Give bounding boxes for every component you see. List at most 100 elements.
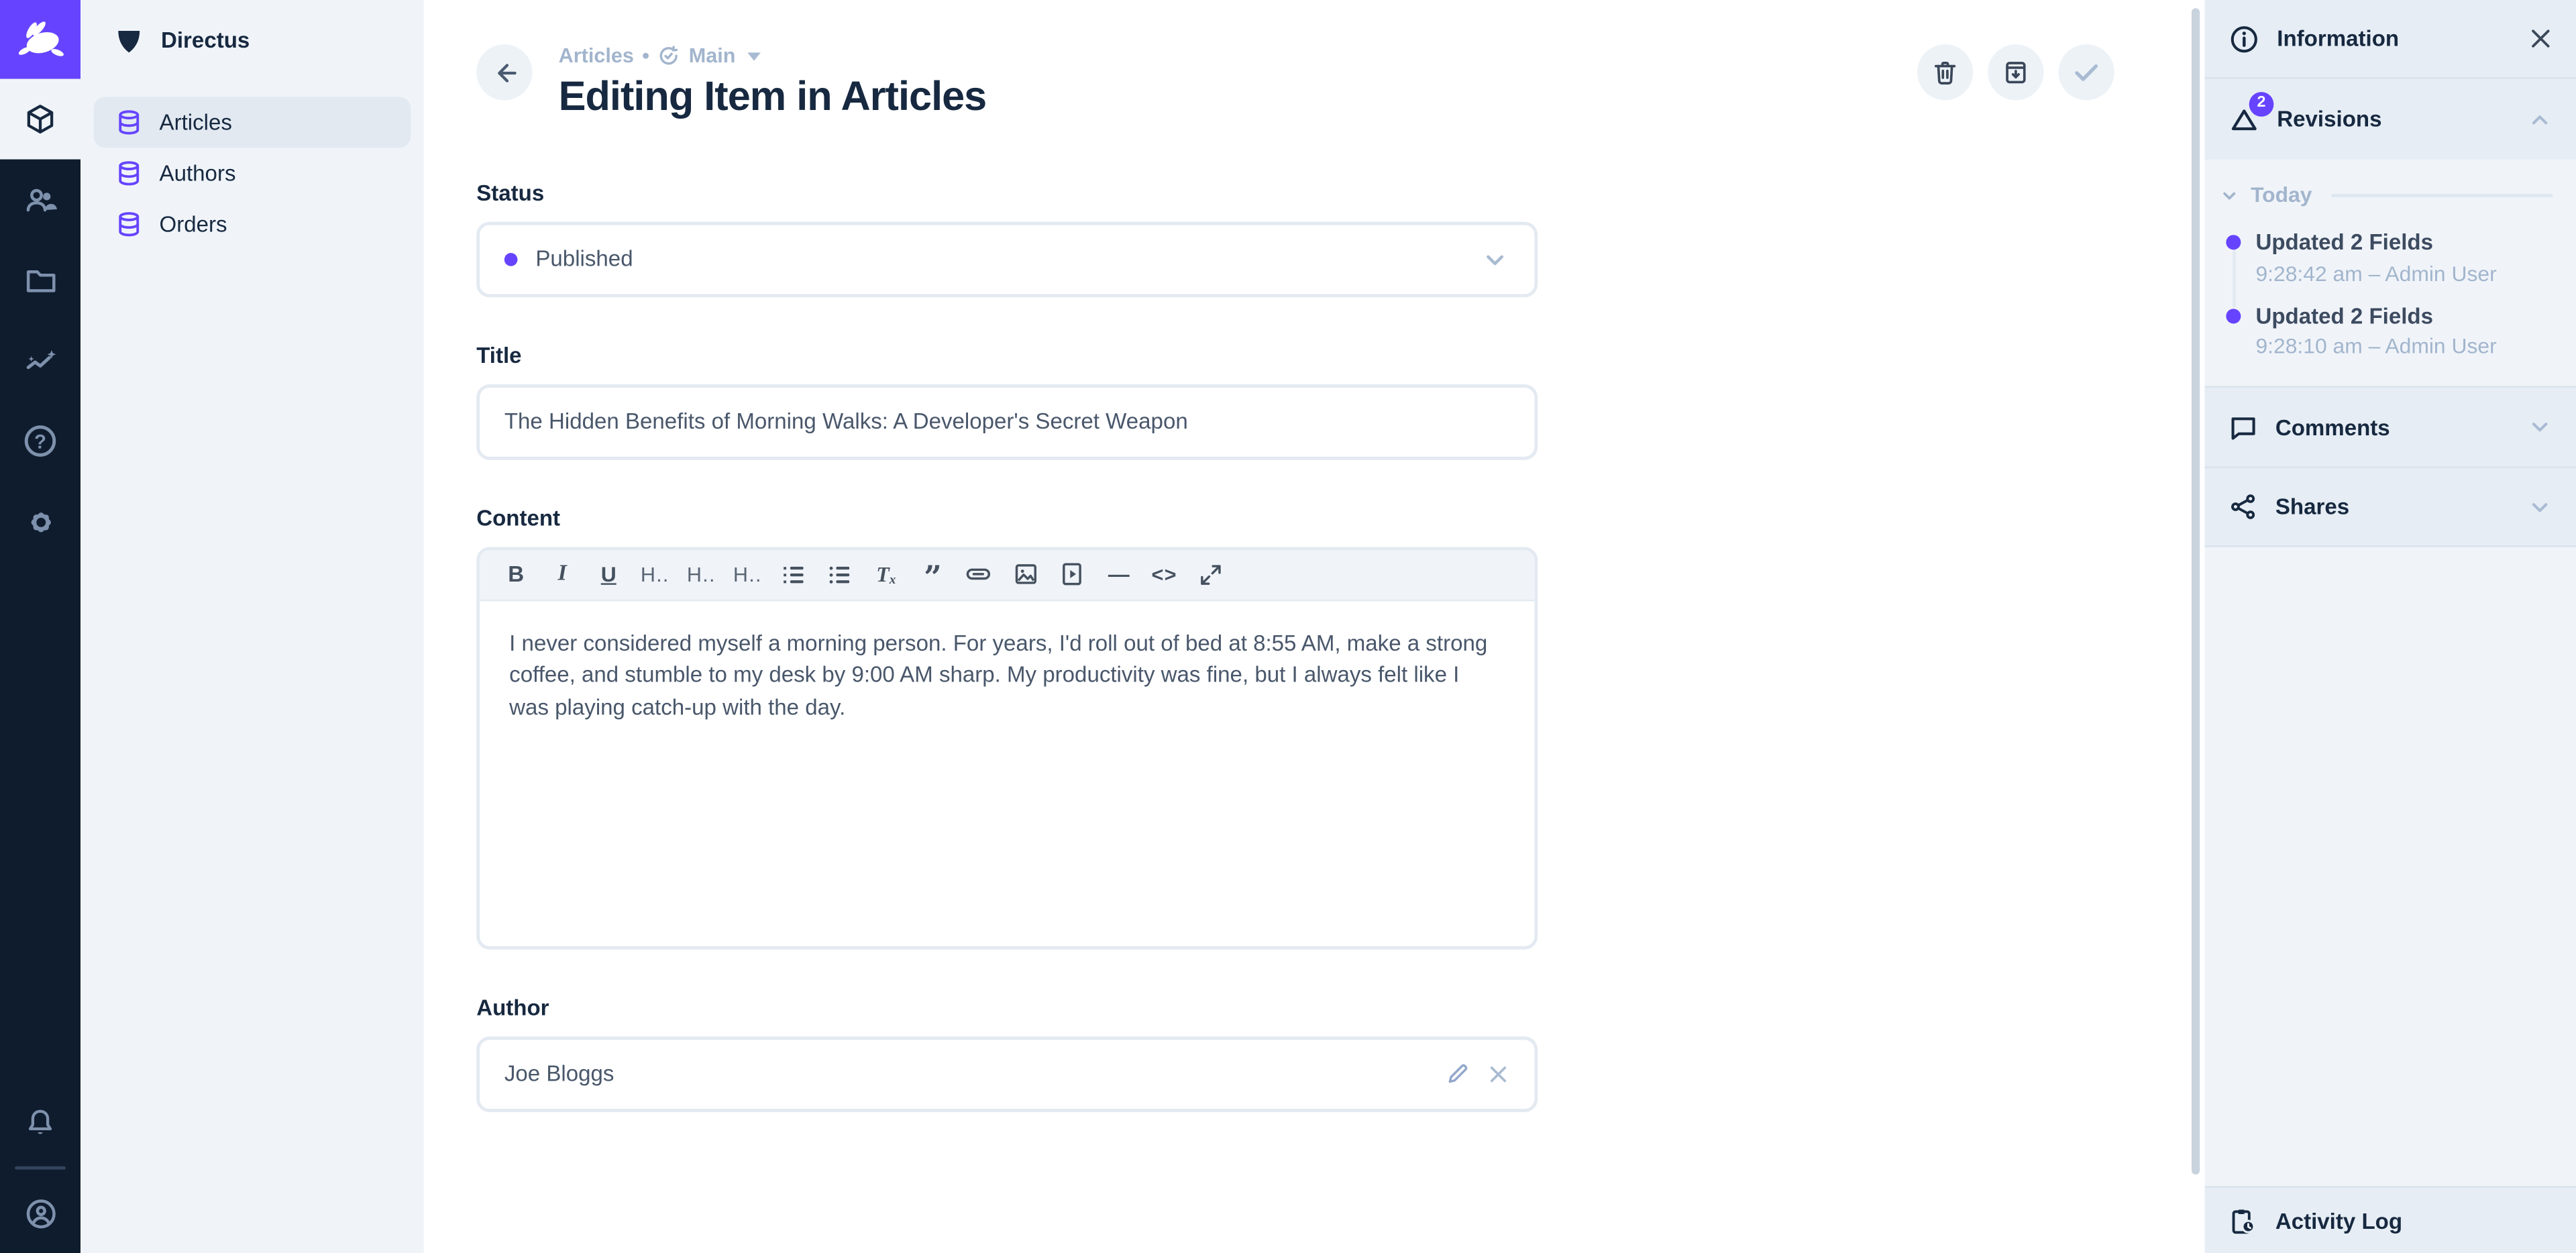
bold-button[interactable]: B xyxy=(493,552,539,596)
italic-glyph: I xyxy=(558,561,567,587)
module-settings[interactable] xyxy=(0,482,80,562)
link-icon xyxy=(965,560,994,588)
breadcrumb-collection[interactable]: Articles xyxy=(559,46,634,66)
folder-icon xyxy=(22,262,58,298)
main-scrollbar[interactable] xyxy=(2192,8,2200,1175)
directus-logo[interactable] xyxy=(0,0,80,79)
underline-glyph: U xyxy=(601,562,616,587)
author-relation-input[interactable]: Joe Bloggs xyxy=(476,1036,1538,1111)
revision-item[interactable]: Updated 2 Fields 9:28:10 am – Admin User xyxy=(2218,303,2553,358)
quote-glyph: ” xyxy=(924,562,942,587)
underline-button[interactable]: U xyxy=(586,552,632,596)
arrow-left-icon xyxy=(489,56,521,88)
archive-button[interactable] xyxy=(1988,44,2043,100)
back-button[interactable] xyxy=(476,44,532,100)
bullet-list-button[interactable] xyxy=(817,552,863,596)
heading3-button[interactable]: H.. xyxy=(724,552,771,596)
field-label: Author xyxy=(476,995,1538,1020)
page-header: Articles • Main Editing Item in Articles xyxy=(424,0,2205,121)
chevron-down-icon xyxy=(2525,413,2555,442)
bullet-list-icon xyxy=(827,561,853,587)
revision-dot-icon xyxy=(2226,235,2241,250)
h1-glyph: H.. xyxy=(641,563,669,586)
horizontal-rule-button[interactable]: — xyxy=(1095,552,1141,596)
module-users[interactable] xyxy=(0,160,80,240)
ordered-list-button[interactable] xyxy=(771,552,817,596)
title-input[interactable]: The Hidden Benefits of Morning Walks: A … xyxy=(476,384,1538,459)
status-select[interactable]: Published xyxy=(476,221,1538,296)
module-docs[interactable]: ? xyxy=(0,401,80,482)
project-name: Directus xyxy=(161,27,250,52)
rabbit-icon xyxy=(15,18,64,61)
group-divider xyxy=(2332,193,2553,197)
author-value: Joe Bloggs xyxy=(504,1061,614,1086)
h2-glyph: H.. xyxy=(687,563,716,586)
user-menu-button[interactable] xyxy=(0,1173,80,1253)
title-value: The Hidden Benefits of Morning Walks: A … xyxy=(504,409,1188,434)
field-author: Author Joe Bloggs xyxy=(476,995,1538,1111)
chevron-up-icon xyxy=(2525,105,2555,134)
italic-button[interactable]: I xyxy=(539,552,586,596)
sidebar-section-information[interactable]: Information xyxy=(2205,0,2576,79)
nav-item-label: Authors xyxy=(160,161,236,186)
insert-video-button[interactable] xyxy=(1049,552,1095,596)
chevron-down-icon xyxy=(1479,242,1511,275)
content-textarea[interactable]: I never considered myself a morning pers… xyxy=(480,600,1534,945)
sidebar-item-orders[interactable]: Orders xyxy=(94,199,411,250)
database-icon xyxy=(115,109,143,137)
blockquote-button[interactable]: ” xyxy=(910,552,956,596)
gear-icon xyxy=(22,504,58,540)
sidebar-section-activity-log[interactable]: Activity Log xyxy=(2205,1186,2576,1253)
sidebar-section-revisions[interactable]: 2 Revisions xyxy=(2205,79,2576,160)
link-button[interactable] xyxy=(956,552,1002,596)
image-icon xyxy=(1012,560,1040,588)
revision-meta: 9:28:10 am – Admin User xyxy=(2255,333,2496,358)
title-block: Articles • Main Editing Item in Articles xyxy=(559,44,987,121)
people-icon xyxy=(22,182,58,218)
revision-dot-icon xyxy=(2226,308,2241,323)
bell-icon xyxy=(23,1105,57,1140)
section-label: Comments xyxy=(2275,415,2390,439)
delete-button[interactable] xyxy=(1917,44,1973,100)
edit-pencil-icon[interactable] xyxy=(1444,1060,1472,1088)
heading2-button[interactable]: H.. xyxy=(678,552,724,596)
clear-format-button[interactable]: Tₓ xyxy=(863,552,910,596)
status-dot-icon xyxy=(504,252,518,266)
revision-meta: 9:28:42 am – Admin User xyxy=(2255,260,2496,285)
revisions-count-badge: 2 xyxy=(2249,91,2274,116)
field-title: Title The Hidden Benefits of Morning Wal… xyxy=(476,343,1538,459)
database-icon xyxy=(115,160,143,188)
sidebar-section-comments[interactable]: Comments xyxy=(2205,386,2576,467)
screen: ? xyxy=(0,0,2576,1253)
fullscreen-button[interactable] xyxy=(1187,552,1234,596)
module-bar-spacer xyxy=(0,562,80,1083)
comment-icon xyxy=(2228,412,2259,443)
breadcrumb[interactable]: Articles • Main xyxy=(559,44,987,67)
deselect-x-icon[interactable] xyxy=(1485,1060,1511,1087)
trending-sparkle-icon xyxy=(22,343,58,379)
hr-glyph: — xyxy=(1108,562,1128,587)
heading1-button[interactable]: H.. xyxy=(632,552,678,596)
share-icon xyxy=(2228,491,2259,523)
page-title: Editing Item in Articles xyxy=(559,76,987,121)
module-files[interactable] xyxy=(0,240,80,321)
sidebar-item-authors[interactable]: Authors xyxy=(94,148,411,199)
insert-image-button[interactable] xyxy=(1002,552,1049,596)
wysiwyg-editor: B I U H.. H.. H.. xyxy=(476,546,1538,948)
breadcrumb-version[interactable]: Main xyxy=(689,46,736,66)
section-label: Shares xyxy=(2275,494,2349,519)
revision-title: Updated 2 Fields xyxy=(2255,303,2496,329)
code-button[interactable]: <> xyxy=(1141,552,1187,596)
sidebar-section-shares[interactable]: Shares xyxy=(2205,467,2576,546)
project-switcher[interactable]: Directus xyxy=(80,0,424,79)
revisions-group-today[interactable]: Today xyxy=(2218,182,2553,207)
module-insights[interactable] xyxy=(0,321,80,401)
sidebar-item-articles[interactable]: Articles xyxy=(94,97,411,148)
version-icon xyxy=(657,44,680,67)
close-icon[interactable] xyxy=(2527,25,2555,53)
save-button[interactable] xyxy=(2059,44,2114,100)
module-bar: ? xyxy=(0,0,80,1253)
notifications-button[interactable] xyxy=(0,1083,80,1163)
module-content[interactable] xyxy=(0,79,80,160)
revision-item[interactable]: Updated 2 Fields 9:28:42 am – Admin User xyxy=(2218,230,2553,285)
